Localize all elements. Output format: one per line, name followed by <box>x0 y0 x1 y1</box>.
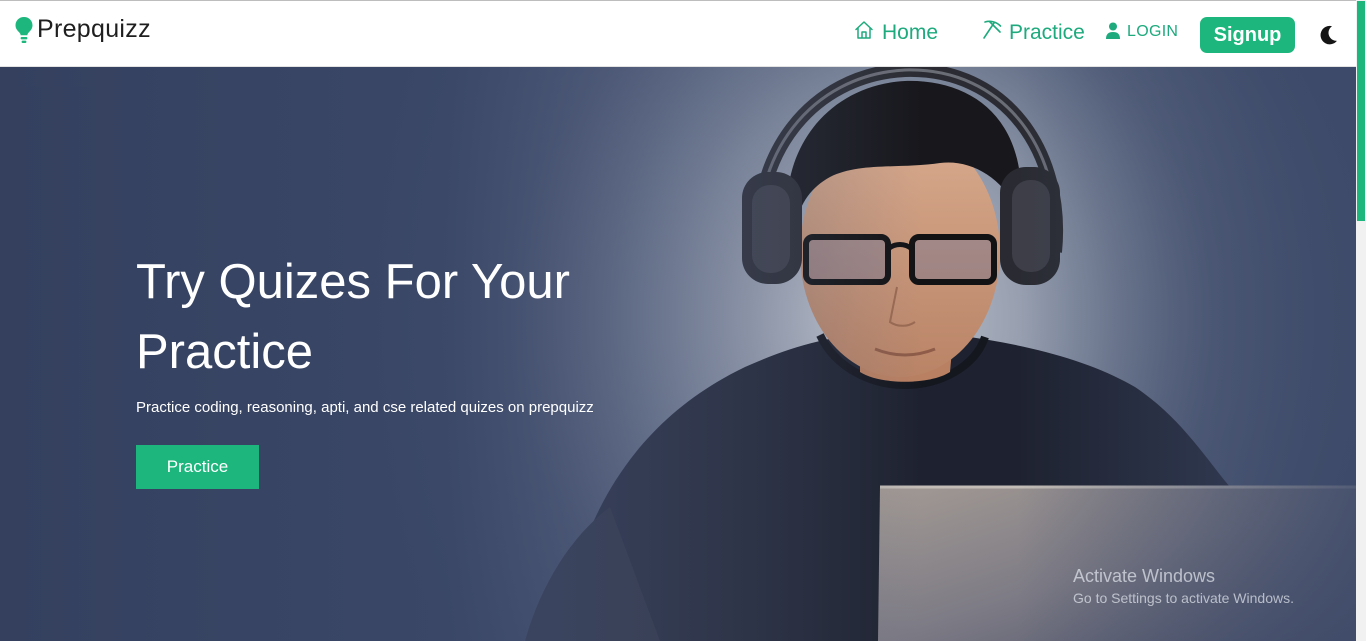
hero-section: Try Quizes For Your Practice Practice co… <box>0 67 1356 641</box>
nav-login-label: LOGIN <box>1127 23 1179 40</box>
nav-home-label: Home <box>882 21 939 44</box>
nav-practice-link[interactable]: Practice <box>981 20 1085 45</box>
practice-cta-button[interactable]: Practice <box>136 445 259 489</box>
brand-logo[interactable]: Prepquizz <box>14 15 151 44</box>
pickaxe-icon <box>983 20 1002 39</box>
lightbulb-icon <box>15 16 33 43</box>
page: Prepquizz Home Practice LOGIN Signup Try… <box>0 0 1366 641</box>
user-icon <box>1106 22 1120 39</box>
nav-practice-label: Practice <box>1009 21 1085 44</box>
page-scrollbar[interactable] <box>1356 0 1366 641</box>
windows-activation-watermark: Activate Windows Go to Settings to activ… <box>1073 565 1294 608</box>
scrollbar-thumb[interactable] <box>1357 1 1365 221</box>
watermark-subtitle: Go to Settings to activate Windows. <box>1073 590 1294 606</box>
hero-subtitle: Practice coding, reasoning, apti, and cs… <box>136 399 594 416</box>
moon-icon[interactable] <box>1316 23 1340 47</box>
hero-title: Try Quizes For Your Practice <box>136 255 570 379</box>
watermark-title: Activate Windows <box>1073 566 1216 586</box>
brand-name: Prepquizz <box>37 15 151 43</box>
signup-button[interactable]: Signup <box>1200 17 1295 53</box>
navbar: Prepquizz Home Practice LOGIN Signup <box>0 0 1356 67</box>
home-icon <box>855 21 873 39</box>
nav-home-link[interactable]: Home <box>854 21 938 45</box>
nav-login-link[interactable]: LOGIN <box>1105 22 1179 41</box>
